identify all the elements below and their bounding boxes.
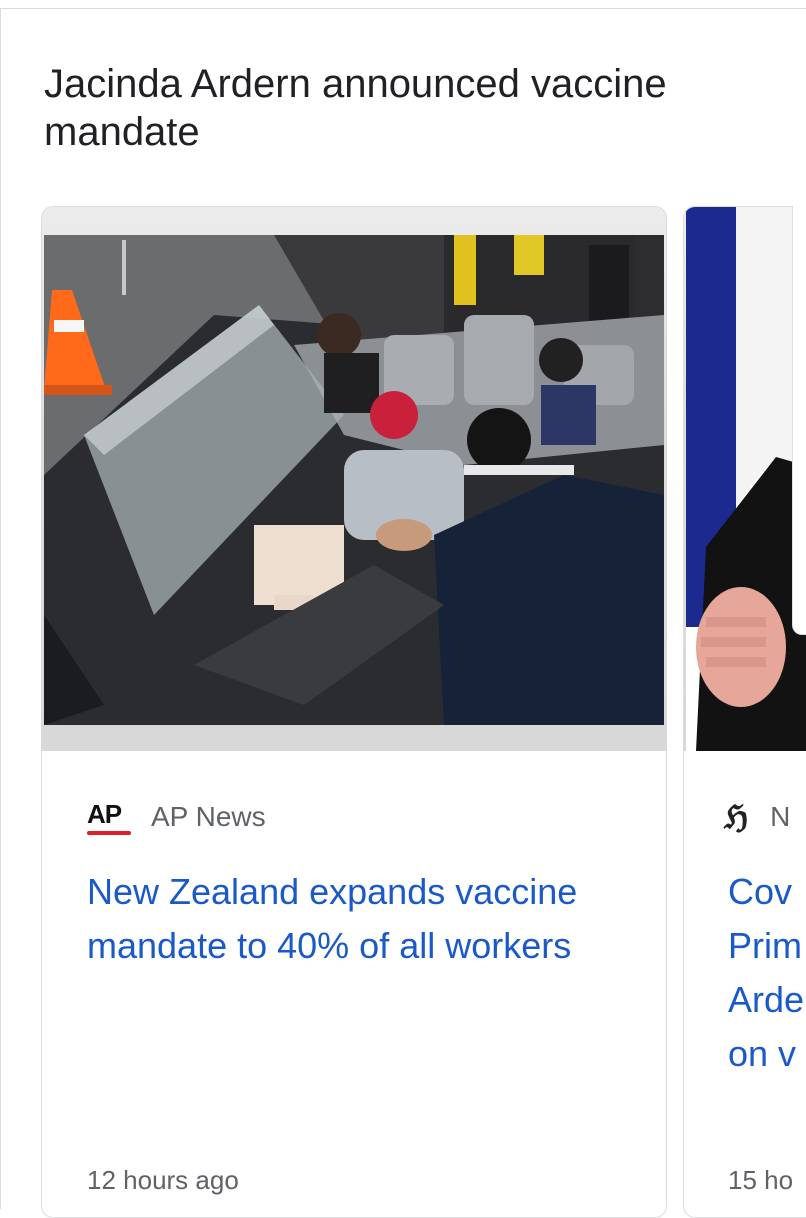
source-row: ℌ N [724,797,790,837]
headline-link[interactable]: Cov Prim Arde on v [728,865,806,1081]
headline-line: Prim [728,925,802,966]
source-row: AP AP News [87,797,266,837]
source-name: N [770,801,791,832]
headline-line: Cov [728,871,793,912]
ap-logo-icon: AP [87,799,133,835]
news-thumbnail[interactable] [42,207,666,751]
press-conference-photo [686,207,806,751]
source-name: AP News [151,801,266,832]
gothic-h-logo-icon: ℌ [724,798,749,836]
car-vaccination-photo [44,235,664,725]
carousel-scroll-edge[interactable] [792,206,806,635]
headline-line: Arde [728,979,805,1020]
section-title-line-1: Jacinda Ardern announced vaccine [44,62,667,106]
headline-line: on v [728,1033,797,1074]
timestamp: 15 ho [728,1165,794,1195]
timestamp: 12 hours ago [87,1165,239,1195]
section-title: Jacinda Ardern announced vaccine mandate [44,60,804,156]
news-card-ap[interactable]: AP AP News New Zealand expands vaccine m… [41,206,667,1218]
section-title-line-2: mandate [44,110,200,154]
news-thumbnail[interactable] [684,207,806,751]
headline-link[interactable]: New Zealand expands vaccine mandate to 4… [87,865,647,973]
news-card-nzherald[interactable]: ℌ N Cov Prim Arde on v 15 ho [683,206,806,1218]
